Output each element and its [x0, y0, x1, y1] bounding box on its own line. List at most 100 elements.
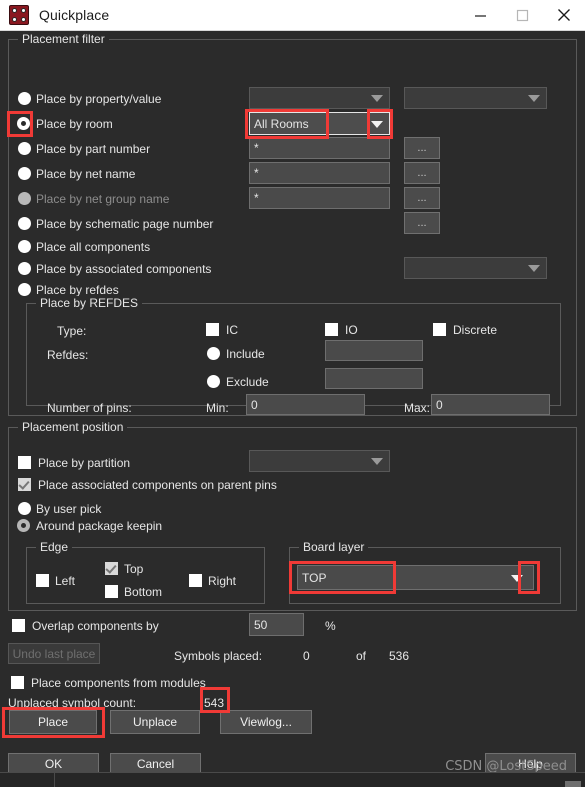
chevron-down-icon: [528, 265, 540, 272]
placement-position-legend: Placement position: [18, 420, 128, 434]
background-strip: [0, 772, 585, 787]
label-place-by-partition: Place by partition: [38, 456, 131, 470]
label-around-package-keepin: Around package keepin: [36, 519, 163, 533]
label-place-by-refdes: Place by refdes: [36, 283, 119, 297]
board-layer-legend: Board layer: [299, 540, 369, 554]
viewlog-button[interactable]: Viewlog...: [220, 710, 312, 734]
refdes-exclude-input[interactable]: [325, 368, 423, 389]
chevron-down-icon: [371, 95, 383, 102]
label-edge-bottom: Bottom: [124, 585, 163, 599]
label-place-all-components: Place all components: [36, 240, 151, 254]
label-place-by-net-group-name: Place by net group name: [36, 192, 170, 206]
room-combo[interactable]: All Rooms: [249, 112, 390, 135]
chevron-down-icon[interactable]: [511, 574, 523, 582]
checkbox-place-by-partition[interactable]: [18, 456, 31, 469]
checkbox-type-discrete[interactable]: [433, 323, 446, 336]
property-value-combo[interactable]: [404, 87, 547, 109]
max-label: Max:: [404, 401, 431, 415]
net-name-input[interactable]: *: [249, 162, 390, 184]
checkbox-edge-bottom[interactable]: [105, 585, 118, 598]
maximize-icon[interactable]: [501, 0, 543, 31]
label-place-by-net-name: Place by net name: [36, 167, 136, 181]
unplaced-symbol-count-value: 543: [204, 696, 225, 710]
chevron-down-icon[interactable]: [371, 120, 383, 128]
minimize-icon[interactable]: [459, 0, 501, 31]
type-label: Type:: [57, 324, 87, 338]
symbols-placed-label: Symbols placed:: [174, 649, 263, 663]
min-label: Min:: [206, 401, 229, 415]
checkbox-type-ic[interactable]: [206, 323, 219, 336]
checkbox-place-from-modules[interactable]: [11, 676, 24, 689]
net-group-name-input[interactable]: *: [249, 187, 390, 209]
overlap-percent-input[interactable]: 50: [249, 613, 304, 636]
checkbox-edge-right[interactable]: [189, 574, 202, 587]
checkbox-edge-top[interactable]: [105, 562, 118, 575]
radio-refdes-exclude[interactable]: [207, 375, 220, 388]
radio-place-by-refdes[interactable]: [18, 283, 31, 296]
symbols-total-count: 536: [389, 649, 410, 663]
part-number-input[interactable]: *: [249, 137, 390, 159]
unplaced-symbol-count-label: Unplaced symbol count:: [8, 696, 137, 710]
place-by-refdes-legend: Place by REFDES: [36, 296, 143, 310]
checkbox-type-io[interactable]: [325, 323, 338, 336]
label-edge-left: Left: [55, 574, 76, 588]
chevron-down-icon: [371, 458, 383, 465]
radio-place-by-part-number[interactable]: [18, 142, 31, 155]
label-place-by-room: Place by room: [36, 117, 113, 131]
radio-place-by-room[interactable]: [17, 117, 30, 130]
label-place-by-schematic-page-number: Place by schematic page number: [36, 217, 214, 231]
associated-components-combo[interactable]: [404, 257, 547, 279]
number-of-pins-label: Number of pins:: [47, 401, 132, 415]
edge-legend: Edge: [36, 540, 73, 554]
radio-around-package-keepin[interactable]: [17, 519, 30, 532]
label-place-by-associated-components: Place by associated components: [36, 262, 212, 276]
part-number-value: *: [254, 141, 259, 155]
quickplace-dialog: Quickplace Placement filter Place by pro…: [0, 0, 585, 775]
label-type-ic: IC: [226, 323, 238, 337]
partition-combo[interactable]: [249, 450, 390, 472]
place-by-refdes-group: Place by REFDES: [26, 296, 561, 406]
min-pins-value: 0: [251, 397, 258, 412]
label-place-by-property-value: Place by property/value: [36, 92, 162, 106]
label-by-user-pick: By user pick: [36, 502, 102, 516]
label-refdes-exclude: Exclude: [226, 375, 269, 389]
dialog-body: Placement filter Place by property/value…: [0, 31, 585, 775]
label-type-discrete: Discrete: [453, 323, 498, 337]
checkbox-place-assoc-parent-pins[interactable]: [18, 478, 31, 491]
label-place-from-modules: Place components from modules: [31, 676, 206, 690]
place-button[interactable]: Place: [9, 710, 97, 734]
placement-filter-legend: Placement filter: [18, 32, 109, 46]
radio-place-by-net-name[interactable]: [18, 167, 31, 180]
radio-place-all-components[interactable]: [18, 240, 31, 253]
radio-refdes-include[interactable]: [207, 347, 220, 360]
quickplace-app-icon: [9, 5, 29, 25]
min-pins-input[interactable]: 0: [246, 394, 365, 415]
unplace-button[interactable]: Unplace: [110, 710, 200, 734]
label-refdes-include: Include: [226, 347, 265, 361]
refdes-label: Refdes:: [47, 348, 89, 362]
radio-place-by-schematic-page-number[interactable]: [18, 217, 31, 230]
checkbox-overlap-components[interactable]: [12, 619, 25, 632]
radio-place-by-associated-components[interactable]: [18, 262, 31, 275]
refdes-include-input[interactable]: [325, 340, 423, 361]
net-group-browse-button[interactable]: ...: [404, 187, 440, 209]
property-combo[interactable]: [249, 87, 390, 109]
board-layer-value: TOP: [302, 570, 327, 585]
max-pins-value: 0: [436, 397, 443, 412]
radio-by-user-pick[interactable]: [18, 502, 31, 515]
checkbox-edge-left[interactable]: [36, 574, 49, 587]
label-overlap-components: Overlap components by: [32, 619, 159, 633]
max-pins-input[interactable]: 0: [431, 394, 550, 415]
net-name-browse-button[interactable]: ...: [404, 162, 440, 184]
net-name-value: *: [254, 166, 259, 180]
close-icon[interactable]: [543, 0, 585, 31]
undo-last-place-button[interactable]: Undo last place: [8, 643, 100, 664]
part-number-browse-button[interactable]: ...: [404, 137, 440, 159]
radio-place-by-property-value[interactable]: [18, 92, 31, 105]
schematic-page-browse-button[interactable]: ...: [404, 212, 440, 234]
label-place-assoc-parent-pins: Place associated components on parent pi…: [38, 478, 277, 492]
board-layer-combo[interactable]: TOP: [297, 565, 534, 590]
window-controls: [459, 0, 585, 31]
overlap-unit-label: %: [325, 619, 336, 633]
label-edge-right: Right: [208, 574, 237, 588]
